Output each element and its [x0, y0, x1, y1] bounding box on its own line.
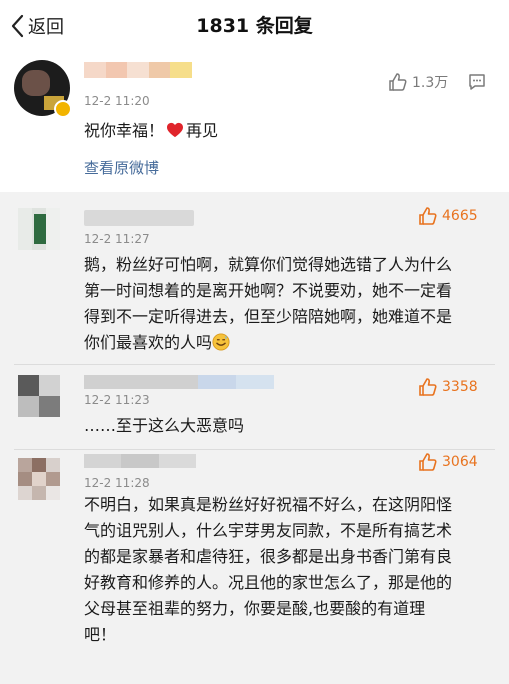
like-count: 3064 [442, 454, 478, 470]
thumbs-up-icon [419, 453, 437, 471]
text-line: 吧！ [84, 625, 117, 644]
reply-time: 12-2 11:28 [84, 476, 150, 490]
text-line: 的都是家暴者和虐待狂，很多都是出身书香门第有良 [84, 547, 453, 566]
text-line: 第一时间想着的是离开她啊？不说要劝，她不一定看 [84, 281, 453, 300]
list-item: 12-2 11:23 3358 ……至于这么大恶意吗 [0, 365, 509, 449]
reply-time: 12-2 11:23 [84, 393, 150, 407]
heart-icon [167, 122, 184, 138]
replies-list: 12-2 11:27 4665 鹅，粉丝好可怕啊，就算你们觉得她选错了人为什么 … [0, 192, 509, 684]
reply-text: ……至于这么大恶意吗 [84, 413, 244, 439]
text-line: 气的诅咒别人，什么宇芽男友同款，不是所有搞艺术 [84, 521, 453, 540]
comment-icon[interactable] [468, 73, 486, 91]
view-original-link[interactable]: 查看原微博 [84, 157, 159, 178]
page-title: 1831 条回复 [196, 15, 313, 37]
username-blurred[interactable] [84, 210, 194, 226]
text-line: 鹅，粉丝好可怕啊，就算你们觉得她选错了人为什么 [84, 255, 453, 274]
avatar[interactable] [18, 458, 60, 500]
username-blurred[interactable] [84, 375, 274, 389]
comment-text-part1: 祝你幸福！ [84, 121, 165, 140]
avatar[interactable] [18, 375, 60, 417]
like-button[interactable]: 3064 [418, 452, 478, 472]
like-count: 1.3万 [412, 75, 449, 91]
comment-time: 12-2 11:20 [84, 94, 150, 108]
list-item: 12-2 11:27 4665 鹅，粉丝好可怕啊，就算你们觉得她选错了人为什么 … [0, 192, 509, 364]
text-line: 好教育和修养的人。况且他的家世怎么了，那是他的 [84, 573, 453, 592]
thumbs-up-icon [389, 73, 407, 91]
comment-text-part2: 再见 [186, 121, 219, 140]
avatar[interactable] [18, 208, 60, 250]
reply-time: 12-2 11:27 [84, 232, 150, 246]
nav-bar: 返回 1831 条回复 [0, 0, 509, 52]
main-comment: 12-2 11:20 1.3万 祝你幸福！ 再见 查看原微博 [0, 52, 509, 192]
text-line: 不明白，如果真是粉丝好好祝福不好么，在这阴阳怪 [84, 495, 453, 514]
text-line: ……至于这么大恶意吗 [84, 416, 245, 435]
text-line: 父母甚至祖辈的努力，你要是酸,也要酸的有道理 [84, 599, 426, 618]
like-count: 4665 [442, 208, 478, 224]
verified-badge-icon [54, 100, 72, 118]
reply-text: 鹅，粉丝好可怕啊，就算你们觉得她选错了人为什么 第一时间想着的是离开她啊？不说要… [84, 252, 452, 356]
thumbs-up-icon [419, 207, 437, 225]
thumbs-up-icon [419, 378, 437, 396]
list-item: 12-2 11:28 3064 不明白，如果真是粉丝好好祝福不好么，在这阴阳怪 … [0, 450, 509, 684]
comment-text: 祝你幸福！ 再见 [84, 118, 218, 144]
like-button[interactable]: 1.3万 [388, 72, 448, 92]
text-line: 你们最喜欢的人吗 [84, 333, 213, 352]
sweat-smile-emoji-icon [212, 333, 230, 351]
like-count: 3358 [442, 379, 478, 395]
like-button[interactable]: 4665 [418, 206, 478, 226]
username-blurred[interactable] [84, 62, 192, 78]
like-button[interactable]: 3358 [418, 377, 478, 397]
username-blurred[interactable] [84, 454, 196, 468]
text-line: 得到不一定听得进去，但至少陪陪她啊，她难道不是 [84, 307, 453, 326]
reply-text: 不明白，如果真是粉丝好好祝福不好么，在这阴阳怪 气的诅咒别人，什么宇芽男友同款，… [84, 492, 452, 648]
